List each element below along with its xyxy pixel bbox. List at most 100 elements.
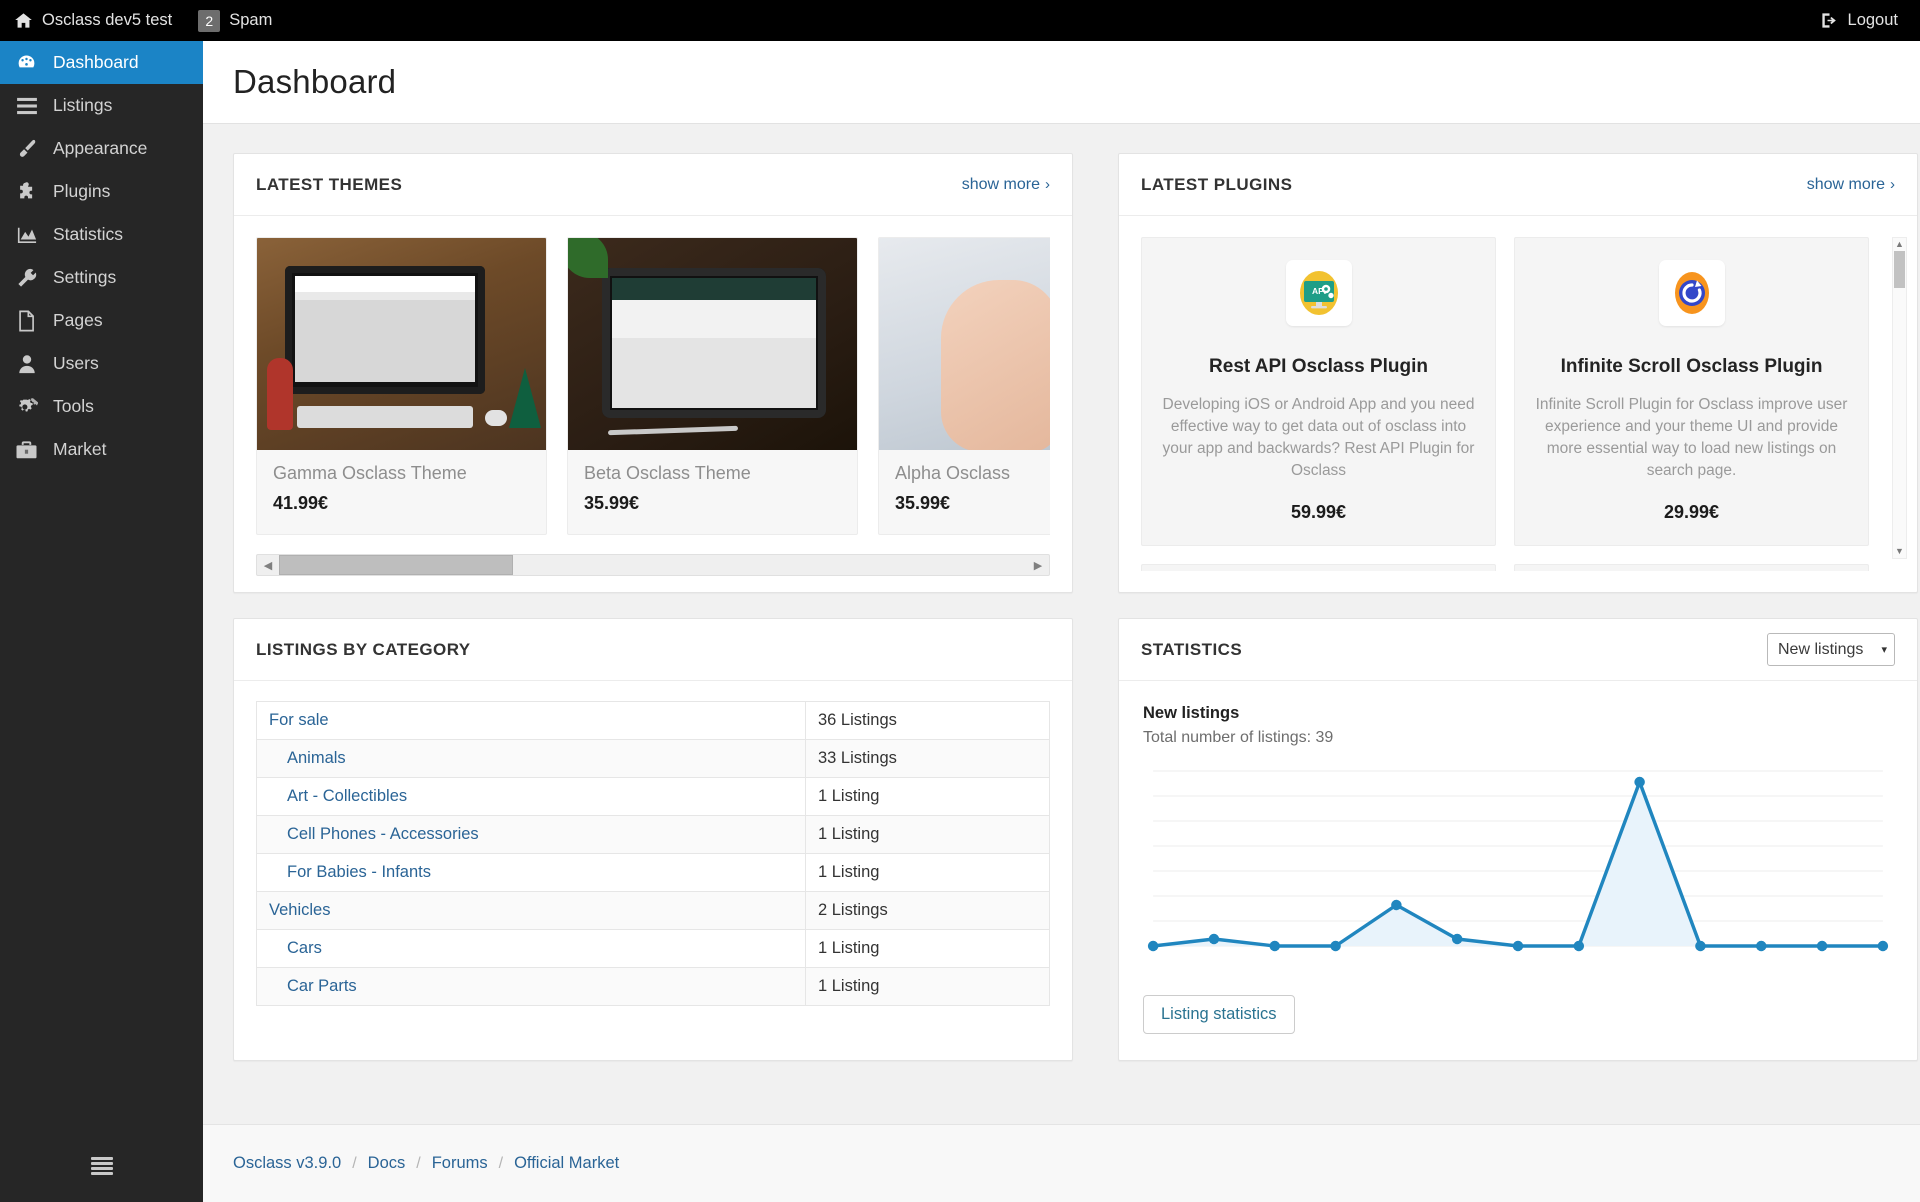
- statistics-header-controls: New listings ▾: [1767, 633, 1895, 666]
- latest-plugins-panel: LATEST PLUGINS show more › API Rest API …: [1118, 153, 1918, 593]
- sidebar-item-market[interactable]: Market: [0, 428, 203, 471]
- plugin-price: 59.99€: [1290, 502, 1347, 522]
- theme-card[interactable]: Gamma Osclass Theme 41.99€: [256, 237, 547, 535]
- statistics-total-text: Total number of listings: 39: [1143, 729, 1334, 746]
- category-count: 33 Listings: [805, 739, 1050, 778]
- sidebar-item-label: Pages: [53, 310, 103, 330]
- table-row[interactable]: Animals 33 Listings: [256, 739, 1050, 778]
- plugins-grid: API Rest API Osclass Plugin Developing i…: [1141, 237, 1895, 571]
- spam-link[interactable]: 2 Spam: [185, 0, 285, 41]
- categories-table: For sale 36 Listings Animals 33 Listings…: [256, 701, 1050, 1006]
- chevron-right-icon: ›: [1890, 176, 1895, 193]
- table-row[interactable]: Vehicles 2 Listings: [256, 891, 1050, 930]
- statistics-body: New listings Total number of listings: 3…: [1119, 681, 1917, 1060]
- plugins-scrollbar[interactable]: ▲ ▼: [1892, 237, 1907, 559]
- category-name[interactable]: Animals: [256, 739, 806, 778]
- footer-link-version[interactable]: Osclass v3.9.0: [233, 1154, 341, 1173]
- statistics-header: STATISTICS New listings ▾: [1119, 619, 1917, 681]
- footer-link-official-market[interactable]: Official Market: [514, 1154, 619, 1173]
- sidebar-item-statistics[interactable]: Statistics: [0, 213, 203, 256]
- listing-statistics-button[interactable]: Listing statistics: [1143, 995, 1295, 1034]
- plugin-card[interactable]: API Rest API Osclass Plugin Developing i…: [1141, 237, 1496, 546]
- plugins-scroll-thumb[interactable]: [1894, 251, 1905, 288]
- sidebar-item-dashboard[interactable]: Dashboard: [0, 41, 203, 84]
- main-content: Dashboard LATEST THEMES show more › Gamm…: [203, 41, 1920, 1202]
- table-row[interactable]: Cell Phones - Accessories 1 Listing: [256, 815, 1050, 854]
- plugin-card[interactable]: [1141, 564, 1496, 571]
- theme-card[interactable]: Alpha Osclass 35.99€: [878, 237, 1050, 535]
- footer-separator: /: [498, 1154, 504, 1172]
- category-name[interactable]: For sale: [256, 701, 806, 740]
- table-row[interactable]: For sale 36 Listings: [256, 701, 1050, 740]
- themes-show-more-link[interactable]: show more ›: [962, 176, 1050, 194]
- sidebar-item-appearance[interactable]: Appearance: [0, 127, 203, 170]
- plugin-description: Infinite Scroll Plugin for Osclass impro…: [1535, 396, 1848, 479]
- themes-scroll-thumb[interactable]: [279, 555, 513, 575]
- category-name[interactable]: Car Parts: [256, 967, 806, 1006]
- plugins-show-more-label: show more: [1806, 175, 1885, 193]
- plugin-price: 29.99€: [1663, 502, 1720, 522]
- sidebar-item-label: Tools: [53, 396, 94, 416]
- puzzle-icon: [14, 181, 39, 203]
- footer-link-forums[interactable]: Forums: [432, 1154, 488, 1173]
- footer: Osclass v3.9.0 / Docs / Forums / Officia…: [203, 1124, 1920, 1202]
- infinite-scroll-plugin-icon: [1658, 260, 1725, 326]
- home-icon: [14, 11, 33, 30]
- site-name-link[interactable]: Osclass dev5 test: [0, 0, 185, 41]
- theme-thumbnail: [257, 238, 546, 450]
- theme-thumbnail: [879, 238, 1050, 450]
- category-name[interactable]: Art - Collectibles: [256, 777, 806, 816]
- sidebar-item-plugins[interactable]: Plugins: [0, 170, 203, 213]
- sidebar-item-label: Listings: [53, 95, 113, 115]
- sidebar-collapse-button[interactable]: [0, 1156, 203, 1176]
- themes-carousel-scrollbar[interactable]: ◀ ▶: [256, 554, 1050, 576]
- chevron-down-icon: ▾: [1881, 644, 1887, 656]
- page-icon: [14, 310, 39, 332]
- category-count: 1 Listing: [805, 815, 1050, 854]
- new-listings-chart: [1143, 755, 1893, 975]
- plugin-card[interactable]: Infinite Scroll Osclass Plugin Infinite …: [1514, 237, 1869, 546]
- category-name[interactable]: Cars: [256, 929, 806, 968]
- listings-by-category-panel: LISTINGS BY CATEGORY For sale 36 Listing…: [233, 618, 1073, 1061]
- theme-thumbnail: [568, 238, 857, 450]
- table-row[interactable]: Art - Collectibles 1 Listing: [256, 777, 1050, 816]
- plugin-name: Infinite Scroll Osclass Plugin: [1560, 356, 1823, 377]
- chart-icon: [14, 224, 39, 246]
- category-name[interactable]: For Babies - Infants: [256, 853, 806, 892]
- sidebar-item-listings[interactable]: Listings: [0, 84, 203, 127]
- category-name[interactable]: Cell Phones - Accessories: [256, 815, 806, 854]
- page-header: Dashboard: [203, 41, 1920, 124]
- scroll-up-arrow-icon[interactable]: ▲: [1895, 238, 1904, 251]
- sidebar-item-pages[interactable]: Pages: [0, 299, 203, 342]
- themes-scroll-track[interactable]: [279, 555, 1027, 575]
- sidebar-item-tools[interactable]: Tools: [0, 385, 203, 428]
- sidebar-item-label: Users: [53, 353, 99, 373]
- footer-link-docs[interactable]: Docs: [368, 1154, 406, 1173]
- table-row[interactable]: Car Parts 1 Listing: [256, 967, 1050, 1006]
- latest-plugins-header: LATEST PLUGINS show more ›: [1119, 154, 1917, 216]
- dashboard-grid: LATEST THEMES show more › Gamma Osclass …: [203, 124, 1920, 1061]
- logout-button[interactable]: Logout: [1807, 0, 1920, 41]
- themes-carousel-track: Gamma Osclass Theme 41.99€ Beta Osclass …: [256, 237, 1050, 535]
- scroll-left-arrow-icon[interactable]: ◀: [257, 555, 279, 575]
- plugins-show-more-link[interactable]: show more ›: [1807, 176, 1895, 194]
- user-icon: [14, 353, 39, 375]
- category-name[interactable]: Vehicles: [256, 891, 806, 930]
- logout-icon: [1820, 11, 1839, 30]
- statistics-type-select[interactable]: New listings ▾: [1767, 633, 1895, 666]
- wrench-icon: [14, 267, 39, 289]
- plugin-card[interactable]: [1514, 564, 1869, 571]
- scroll-down-arrow-icon[interactable]: ▼: [1895, 545, 1904, 558]
- listings-by-category-body: For sale 36 Listings Animals 33 Listings…: [234, 681, 1072, 1050]
- sidebar-item-users[interactable]: Users: [0, 342, 203, 385]
- sidebar-item-settings[interactable]: Settings: [0, 256, 203, 299]
- table-row[interactable]: For Babies - Infants 1 Listing: [256, 853, 1050, 892]
- theme-price: 35.99€: [584, 493, 640, 513]
- table-row[interactable]: Cars 1 Listing: [256, 929, 1050, 968]
- theme-card[interactable]: Beta Osclass Theme 35.99€: [567, 237, 858, 535]
- category-count: 36 Listings: [805, 701, 1050, 740]
- logout-label: Logout: [1847, 11, 1898, 29]
- statistics-title: STATISTICS: [1141, 639, 1243, 659]
- scroll-right-arrow-icon[interactable]: ▶: [1027, 555, 1049, 575]
- theme-meta: Alpha Osclass 35.99€: [879, 450, 1050, 534]
